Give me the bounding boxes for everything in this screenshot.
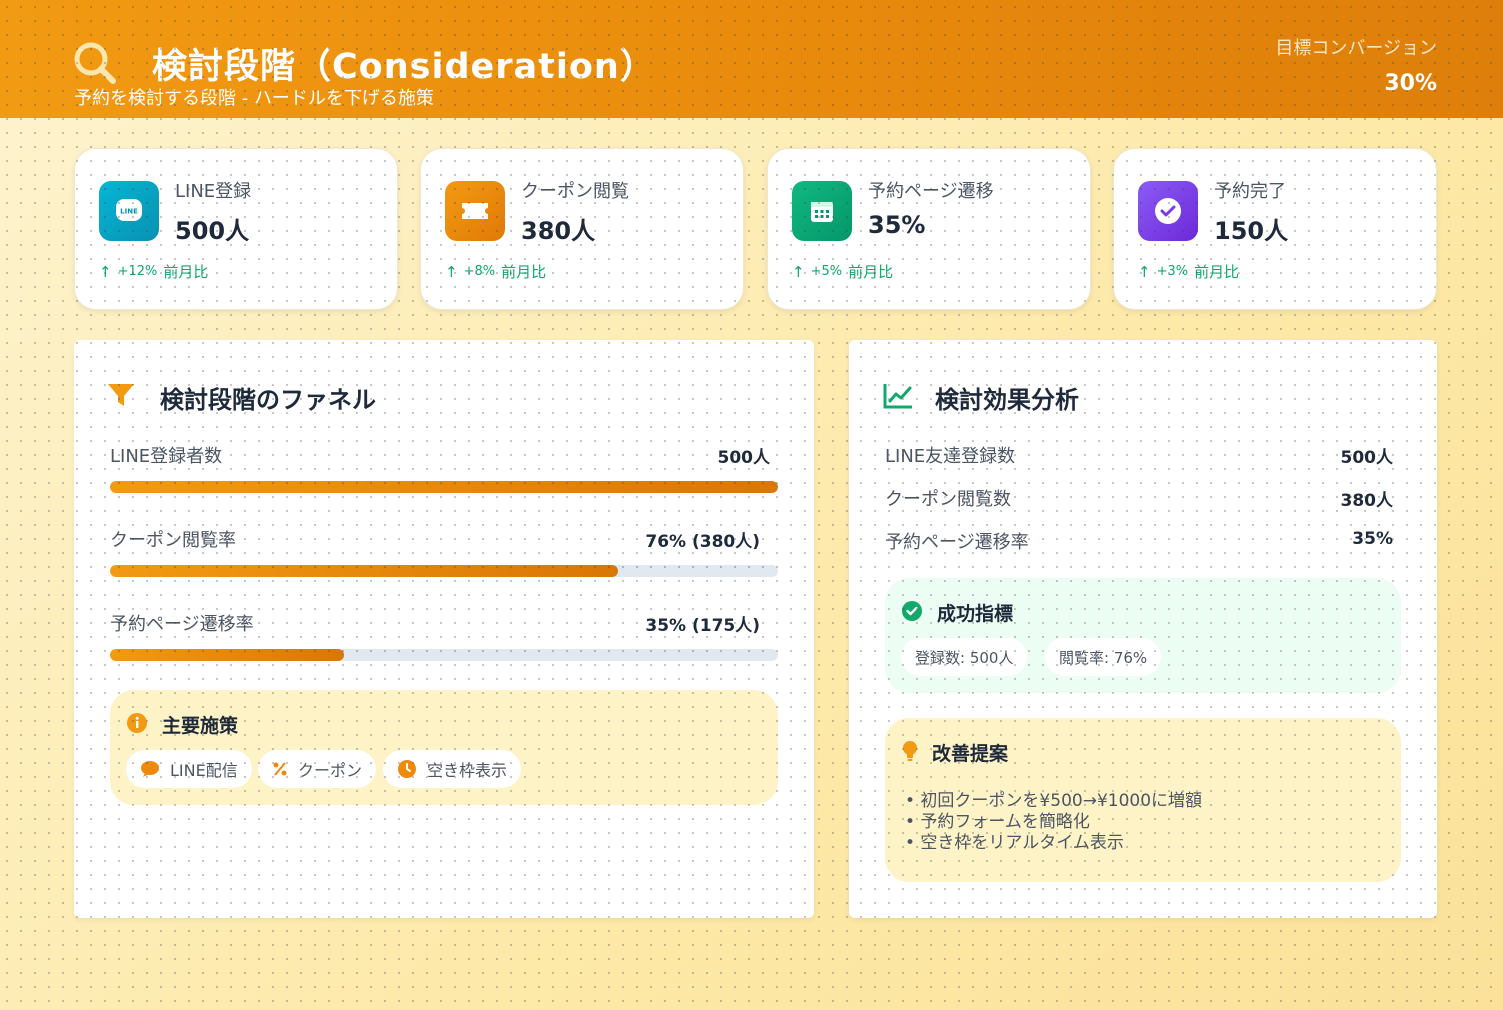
stat-card-booking-complete: 予約完了 150人 ↑ +3% 前月比 [1113, 148, 1437, 310]
stat-card-booking-page-transition: 予約ページ遷移 35% ↑ +5% 前月比 [767, 148, 1091, 310]
arrow-up-icon: ↑ [445, 262, 458, 281]
delta-value: +8% [463, 264, 496, 279]
page-header: 検討段階（Consideration） 予約を検討する段階 - ハードルを下げる… [0, 0, 1503, 118]
page-title: 検討段階（Consideration） [152, 47, 656, 87]
metric-label: 予約ページ遷移率 [885, 532, 1029, 553]
search-icon [74, 42, 116, 84]
funnel-bar-fill [110, 649, 344, 661]
funnel-row-value: 35% (175人) [645, 616, 760, 636]
measures-title: 主要施策 [162, 715, 239, 737]
stat-delta: ↑ +12% 前月比 [99, 261, 208, 282]
funnel-row-label: LINE登録者数 [110, 446, 223, 467]
stat-value: 380人 [521, 217, 596, 245]
stat-delta: ↑ +8% 前月比 [445, 261, 546, 282]
arrow-up-icon: ↑ [99, 262, 112, 281]
page-subtitle: 予約を検討する段階 - ハードルを下げる施策 [74, 88, 434, 109]
funnel-bar-track [110, 565, 778, 577]
delta-suffix: 前月比 [1194, 263, 1240, 281]
stat-label: 予約ページ遷移 [868, 181, 994, 202]
calendar-icon [792, 181, 852, 241]
funnel-bar-track [110, 649, 778, 661]
stat-delta: ↑ +5% 前月比 [792, 261, 893, 282]
metric-value: 380人 [1340, 491, 1394, 511]
improvement-item: • 予約フォームを簡略化 [905, 812, 1090, 832]
delta-value: +3% [1156, 264, 1189, 279]
pill-label: 閲覧率: 76% [1059, 648, 1148, 667]
improvement-item: • 空き枠をリアルタイム表示 [905, 833, 1124, 853]
chat-bubble-icon [141, 761, 159, 777]
lightbulb-icon [903, 741, 917, 761]
stat-value: 500人 [175, 217, 250, 245]
ticket-icon [445, 181, 505, 241]
funnel-bar-fill [110, 481, 778, 493]
target-conversion-value: 30% [1384, 71, 1437, 96]
delta-value: +5% [810, 264, 843, 279]
measure-pill-coupon: クーポン [258, 750, 377, 788]
success-pill-view-rate: 閲覧率: 76% [1045, 638, 1162, 676]
metric-label: LINE友達登録数 [885, 446, 1016, 467]
funnel-bar-fill [110, 565, 618, 577]
improvement-item: • 初回クーポンを¥500→¥1000に増額 [905, 791, 1203, 811]
funnel-row-value: 76% (380人) [645, 532, 760, 552]
success-title: 成功指標 [937, 603, 1014, 625]
stat-card-line-registration: LINE LINE登録 500人 ↑ +12% 前月比 [74, 148, 398, 310]
info-icon [127, 713, 147, 733]
funnel-row-label: 予約ページ遷移率 [110, 614, 254, 635]
funnel-bar-track [110, 481, 778, 493]
metric-label: クーポン閲覧数 [885, 489, 1011, 510]
stat-value: 150人 [1214, 217, 1289, 245]
target-conversion-label: 目標コンバージョン [1275, 38, 1437, 59]
analysis-title: 検討効果分析 [935, 386, 1079, 414]
improvement-title: 改善提案 [932, 743, 1009, 765]
metric-value: 35% [1352, 529, 1393, 549]
delta-suffix: 前月比 [501, 263, 547, 281]
stat-label: クーポン閲覧 [521, 181, 629, 202]
pill-label: 登録数: 500人 [915, 648, 1014, 667]
delta-value: +12% [117, 264, 158, 279]
svg-text:LINE: LINE [120, 208, 138, 216]
delta-suffix: 前月比 [163, 263, 209, 281]
arrow-up-icon: ↑ [792, 262, 805, 281]
stat-value: 35% [868, 211, 926, 239]
measure-pill-open-slots: 空き枠表示 [383, 750, 522, 788]
funnel-icon [108, 384, 134, 406]
measure-label: クーポン [298, 761, 363, 780]
measure-pill-line: LINE配信 [126, 750, 252, 788]
stat-delta: ↑ +3% 前月比 [1138, 261, 1239, 282]
success-pill-registrations: 登録数: 500人 [901, 638, 1028, 676]
measure-label: 空き枠表示 [427, 761, 508, 780]
check-circle-icon [1138, 181, 1198, 241]
clock-icon [398, 760, 416, 778]
stat-label: 予約完了 [1214, 181, 1286, 202]
metric-value: 500人 [1340, 448, 1394, 468]
percent-icon [273, 762, 287, 776]
arrow-up-icon: ↑ [1138, 262, 1151, 281]
funnel-row-value: 500人 [717, 448, 771, 468]
check-circle-icon [902, 601, 922, 621]
delta-suffix: 前月比 [848, 263, 894, 281]
measure-label: LINE配信 [170, 761, 238, 780]
line-icon: LINE [99, 181, 159, 241]
funnel-title: 検討段階のファネル [160, 386, 376, 414]
chart-line-icon [883, 384, 912, 409]
stat-card-coupon-views: クーポン閲覧 380人 ↑ +8% 前月比 [420, 148, 744, 310]
funnel-row-label: クーポン閲覧率 [110, 530, 236, 551]
stat-label: LINE登録 [175, 181, 252, 202]
